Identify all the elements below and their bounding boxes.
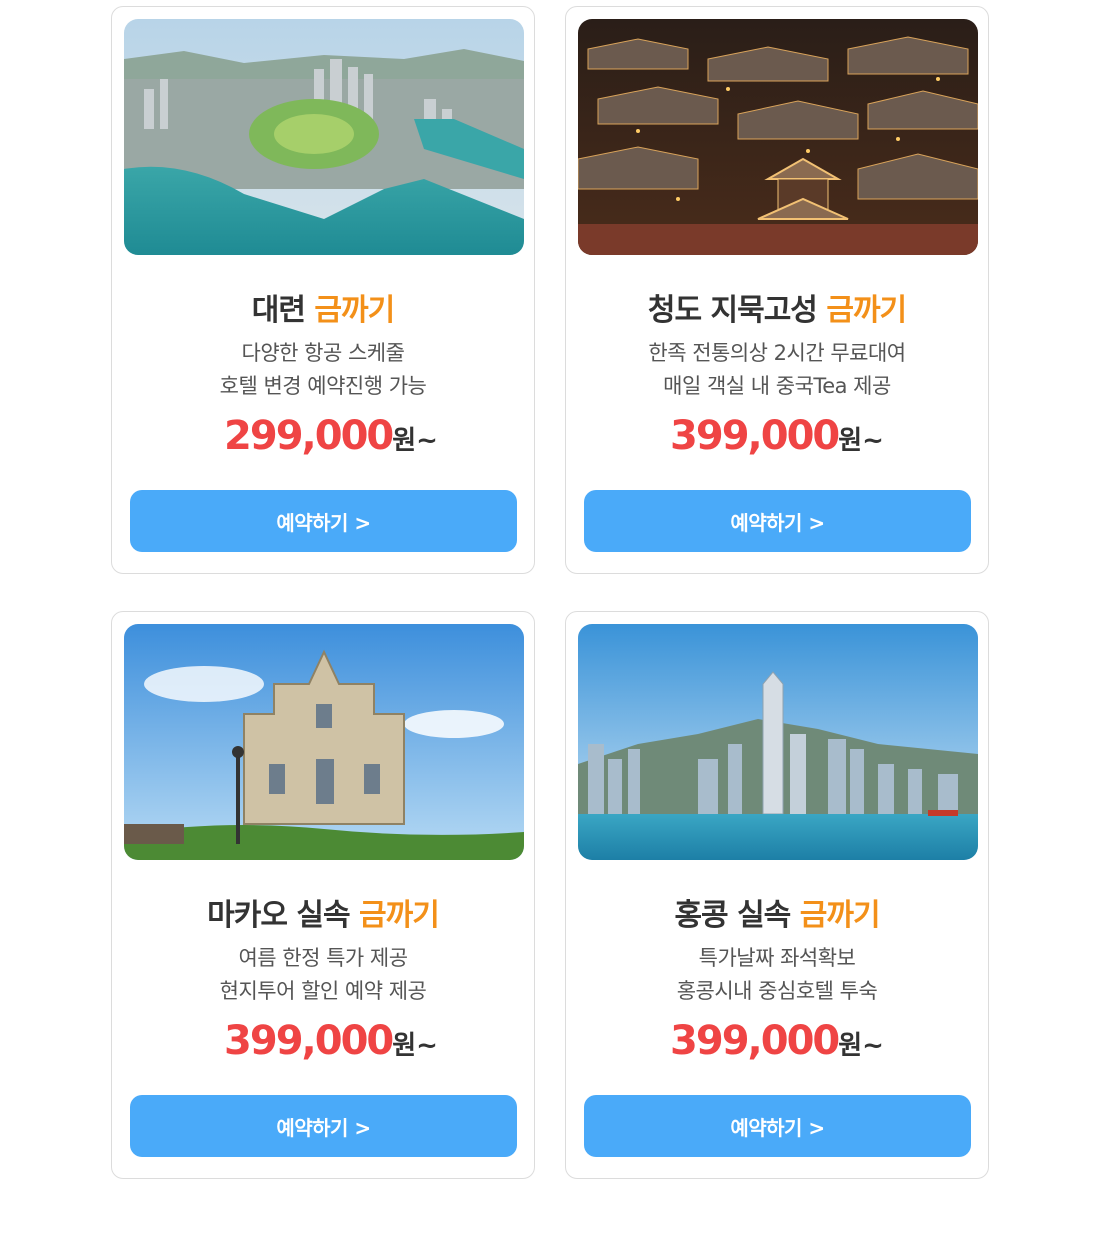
card-title-highlight: 금까기 [359, 898, 440, 933]
card-title-main: 대련 [251, 293, 306, 328]
card-title-main: 청도 지묵고성 [647, 293, 818, 328]
product-grid: 대련 금까기 다양한 항공 스케줄 호텔 변경 예약진행 가능 299,000원… [0, 0, 1103, 1237]
desc-line-2: 현지투어 할인 예약 제공 [219, 979, 427, 1003]
card-price: 399,000원~ [566, 413, 988, 459]
card-price: 299,000원~ [112, 413, 534, 459]
card-title: 마카오 실속 금까기 [112, 890, 534, 934]
product-card-hongkong: 홍콩 실속 금까기 특가날짜 좌석확보 홍콩시내 중심호텔 투숙 399,000… [565, 611, 989, 1179]
card-title-highlight: 금까기 [799, 898, 881, 933]
desc-line-2: 홍콩시내 중심호텔 투숙 [676, 979, 878, 1003]
reserve-button[interactable]: 예약하기 > [130, 490, 517, 552]
product-card-qingdao: 청도 지묵고성 금까기 한족 전통의상 2시간 무료대여 매일 객실 내 중국T… [565, 6, 989, 574]
card-description: 한족 전통의상 2시간 무료대여 매일 객실 내 중국Tea 제공 [566, 337, 988, 403]
price-unit: 원~ [838, 1031, 884, 1061]
card-title: 홍콩 실속 금까기 [566, 890, 988, 934]
desc-line-2: 호텔 변경 예약진행 가능 [219, 374, 427, 398]
price-unit: 원~ [838, 426, 884, 456]
card-description: 다양한 항공 스케줄 호텔 변경 예약진행 가능 [112, 337, 534, 403]
price-value: 299,000 [224, 413, 394, 459]
desc-line-1: 여름 한정 특가 제공 [238, 946, 408, 970]
reserve-button[interactable]: 예약하기 > [130, 1095, 517, 1157]
dalian-aerial-city-photo [124, 19, 524, 255]
card-title-main: 마카오 실속 [207, 898, 350, 933]
price-value: 399,000 [670, 1018, 840, 1064]
price-unit: 원~ [392, 1031, 438, 1061]
card-title: 청도 지묵고성 금까기 [566, 285, 988, 329]
reserve-button[interactable]: 예약하기 > [584, 1095, 971, 1157]
qingdao-ancient-town-night-photo [578, 19, 978, 255]
desc-line-1: 특가날짜 좌석확보 [698, 946, 856, 970]
reserve-button[interactable]: 예약하기 > [584, 490, 971, 552]
desc-line-2: 매일 객실 내 중국Tea 제공 [663, 374, 891, 398]
card-title-highlight: 금까기 [314, 293, 395, 328]
desc-line-1: 다양한 항공 스케줄 [241, 341, 405, 365]
card-title-highlight: 금까기 [826, 293, 907, 328]
price-value: 399,000 [670, 413, 840, 459]
card-title: 대련 금까기 [112, 285, 534, 329]
price-value: 399,000 [224, 1018, 394, 1064]
card-title-main: 홍콩 실속 [674, 898, 791, 933]
card-description: 여름 한정 특가 제공 현지투어 할인 예약 제공 [112, 942, 534, 1008]
card-price: 399,000원~ [566, 1018, 988, 1064]
macau-st-pauls-ruins-photo [124, 624, 524, 860]
card-description: 특가날짜 좌석확보 홍콩시내 중심호텔 투숙 [566, 942, 988, 1008]
product-card-dalian: 대련 금까기 다양한 항공 스케줄 호텔 변경 예약진행 가능 299,000원… [111, 6, 535, 574]
hong-kong-skyline-photo [578, 624, 978, 860]
card-price: 399,000원~ [112, 1018, 534, 1064]
product-card-macau: 마카오 실속 금까기 여름 한정 특가 제공 현지투어 할인 예약 제공 399… [111, 611, 535, 1179]
price-unit: 원~ [392, 426, 438, 456]
desc-line-1: 한족 전통의상 2시간 무료대여 [648, 341, 906, 365]
